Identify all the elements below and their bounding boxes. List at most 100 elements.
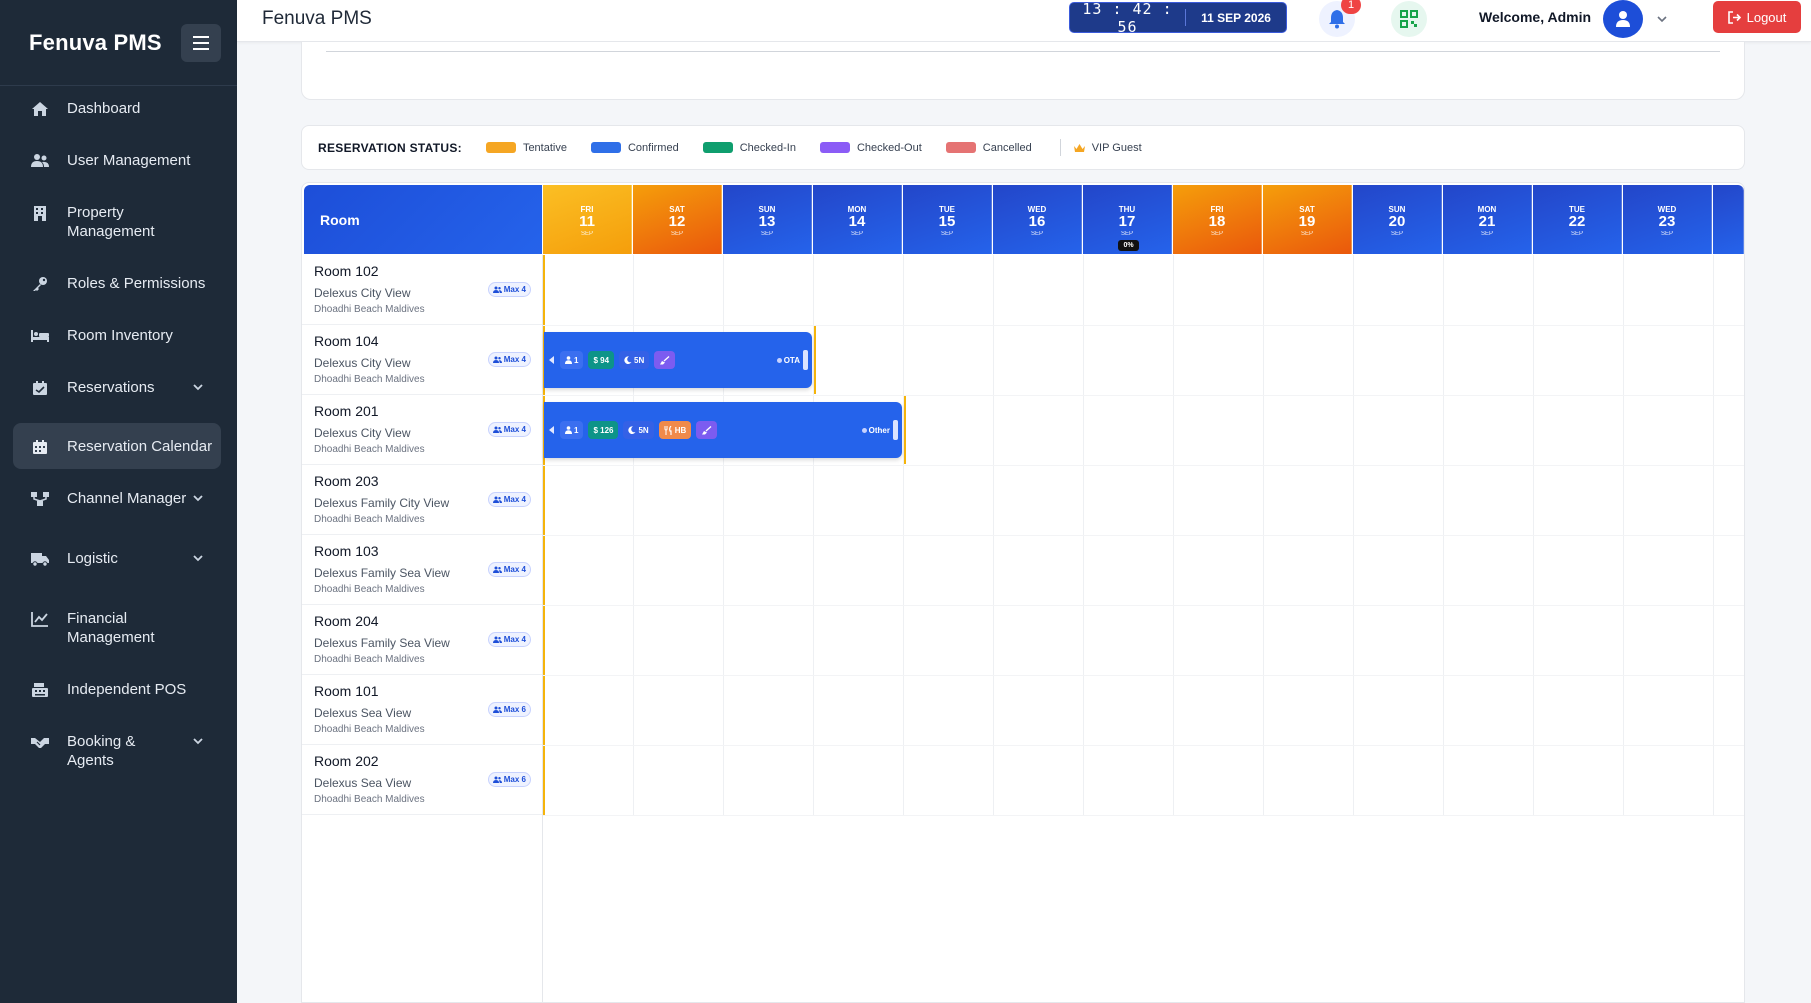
max-label: Max 4 (503, 425, 526, 434)
sidebar-item-financial-management[interactable]: Financial Management (13, 609, 221, 647)
logout-button[interactable]: Logout (1713, 1, 1801, 33)
day-number: 16 (1028, 213, 1046, 230)
sidebar-item-label: Property Management (67, 204, 155, 240)
sidebar-item-booking-agents[interactable]: Booking & Agents (13, 732, 221, 770)
broom-icon (702, 425, 712, 434)
building-icon (29, 204, 51, 222)
day-header-23[interactable]: WED 23 SEP (1623, 185, 1712, 254)
max-label: Max 4 (503, 355, 526, 364)
users-icon (492, 286, 502, 293)
brand-logo[interactable]: Fenuva PMS (29, 30, 162, 56)
user-icon (1616, 11, 1630, 27)
chevron-down-icon[interactable] (1655, 12, 1669, 26)
day-header-21[interactable]: MON 21 SEP (1443, 185, 1532, 254)
user-avatar-button[interactable] (1603, 0, 1643, 38)
sidebar: Fenuva PMS Dashboard User Management Pro… (0, 0, 237, 1003)
sidebar-item-reservation-calendar[interactable]: Reservation Calendar (13, 423, 221, 469)
max-occupancy-badge: Max 4 (487, 422, 531, 437)
room-row[interactable]: Room 202 Delexus Sea View Dhoadhi Beach … (302, 745, 542, 815)
room-row[interactable]: Room 204 Delexus Family Sea View Dhoadhi… (302, 605, 542, 675)
users-icon (492, 356, 502, 363)
day-number: 22 (1568, 213, 1586, 230)
day-header-20[interactable]: SUN 20 SEP (1353, 185, 1442, 254)
max-occupancy-badge: Max 4 (487, 562, 531, 577)
max-occupancy-badge: Max 6 (487, 702, 531, 717)
room-row[interactable]: Room 102 Delexus City View Dhoadhi Beach… (302, 255, 542, 325)
day-number: 13 (758, 213, 776, 230)
room-row[interactable]: Room 201 Delexus City View Dhoadhi Beach… (302, 395, 542, 465)
price-chip: $ 94 (588, 351, 615, 369)
clock-time: 13 : 42 : 56 (1082, 0, 1173, 36)
day-header-17[interactable]: THU 17 SEP 0% (1083, 185, 1172, 254)
day-number: 18 (1208, 213, 1226, 230)
sidebar-item-reservations[interactable]: Reservations (13, 378, 221, 397)
day-header-19[interactable]: SAT 19 SEP (1263, 185, 1352, 254)
day-header-12[interactable]: SAT 12 SEP (633, 185, 722, 254)
notification-count-badge: 1 (1341, 0, 1361, 14)
room-row[interactable]: Room 103 Delexus Family Sea View Dhoadhi… (302, 535, 542, 605)
housekeeping-chip (654, 351, 676, 369)
housekeeping-chip (696, 421, 718, 439)
calendar-check-icon (29, 379, 51, 397)
room-row[interactable]: Room 203 Delexus Family City View Dhoadh… (302, 465, 542, 535)
nights-chip: 5N (619, 351, 650, 369)
sidebar-item-property-management[interactable]: Property Management (13, 203, 221, 241)
guest-count: 1 (574, 425, 579, 435)
day-header-15[interactable]: TUE 15 SEP (903, 185, 992, 254)
room-location: Dhoadhi Beach Maldives (314, 654, 425, 665)
day-header-14[interactable]: MON 14 SEP (813, 185, 902, 254)
sign-out-icon (1727, 10, 1741, 24)
sidebar-item-logistic[interactable]: Logistic (13, 549, 221, 568)
day-header-11[interactable]: FRI 11 SEP (543, 185, 632, 254)
resize-handle[interactable] (803, 350, 808, 370)
room-location: Dhoadhi Beach Maldives (314, 374, 425, 385)
sidebar-item-room-inventory[interactable]: Room Inventory (13, 326, 221, 345)
users-icon (492, 636, 502, 643)
day-month: SEP (1660, 231, 1673, 237)
row-divider (543, 535, 1744, 536)
day-month: SEP (1480, 231, 1493, 237)
clock-date: 11 SEP 2026 (1201, 10, 1271, 25)
legend-title: RESERVATION STATUS: (318, 140, 462, 155)
menu-toggle-button[interactable] (181, 23, 221, 62)
chevron-down-icon (193, 384, 203, 391)
booking-bar-room-104[interactable]: 1 $ 94 5N OTA (544, 326, 816, 394)
day-header-22[interactable]: TUE 22 SEP (1533, 185, 1622, 254)
day-month: SEP (1570, 231, 1583, 237)
legend-item-tentative: Tentative (485, 141, 567, 154)
day-number: 19 (1298, 213, 1316, 230)
max-label: Max 6 (503, 775, 526, 784)
room-row[interactable]: Room 104 Delexus City View Dhoadhi Beach… (302, 325, 542, 395)
sidebar-item-user-management[interactable]: User Management (13, 151, 221, 170)
legend-swatch (819, 142, 850, 153)
booking-bar-room-201[interactable]: 1 $ 126 5N HB Other (544, 396, 906, 464)
max-occupancy-badge: Max 4 (487, 352, 531, 367)
legend-label: Confirmed (627, 141, 679, 154)
qr-code-button[interactable] (1391, 1, 1427, 37)
day-header-18[interactable]: FRI 18 SEP (1173, 185, 1262, 254)
calendar-icon (29, 438, 51, 456)
utensils-icon (664, 425, 672, 435)
legend-label: Tentative (522, 141, 567, 154)
day-number: 17 (1118, 213, 1136, 230)
truck-icon (29, 550, 51, 568)
users-icon (492, 566, 502, 573)
room-location: Dhoadhi Beach Maldives (314, 794, 425, 805)
day-header-16[interactable]: WED 16 SEP (993, 185, 1082, 254)
sidebar-item-dashboard[interactable]: Dashboard (13, 99, 221, 118)
sidebar-item-channel-manager[interactable]: Channel Manager (13, 489, 221, 508)
sidebar-item-roles-permissions[interactable]: Roles & Permissions (13, 274, 221, 293)
room-row[interactable]: Room 101 Delexus Sea View Dhoadhi Beach … (302, 675, 542, 745)
legend-divider (1059, 139, 1061, 156)
home-icon (29, 100, 51, 118)
day-header-13[interactable]: SUN 13 SEP (723, 185, 812, 254)
welcome-text: Welcome, Admin (1479, 9, 1592, 25)
room-location: Dhoadhi Beach Maldives (314, 304, 425, 315)
sidebar-item-label: Reservations (67, 379, 155, 396)
day-month: SEP (940, 231, 953, 237)
sidebar-item-independent-pos[interactable]: Independent POS (13, 680, 221, 699)
sidebar-item-label: Reservation Calendar (67, 437, 213, 455)
resize-handle[interactable] (893, 420, 898, 440)
day-month: SEP (1210, 231, 1223, 237)
max-occupancy-badge: Max 6 (487, 772, 531, 787)
